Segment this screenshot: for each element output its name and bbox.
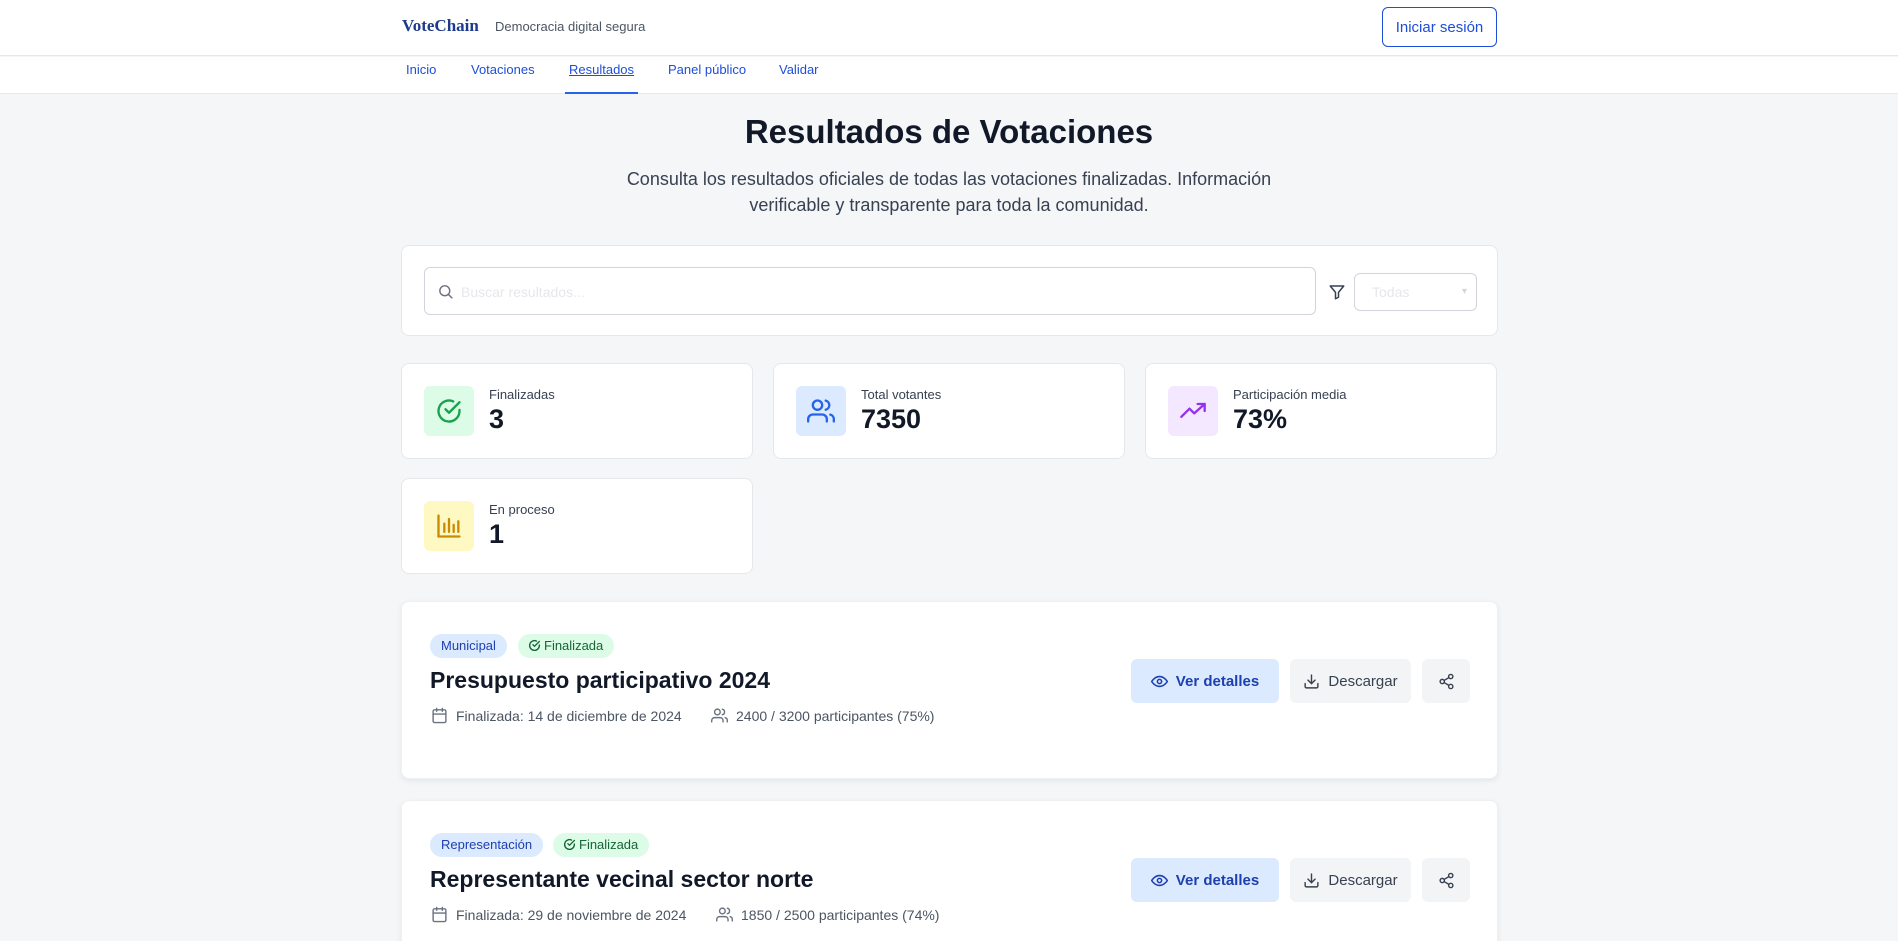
page-description: Consulta los resultados oficiales de tod… <box>626 169 1272 215</box>
chevron-down-icon: ▾ <box>1461 286 1467 297</box>
status-badge: Finalizada <box>518 634 615 658</box>
calendar-icon <box>432 707 447 724</box>
nav-item-panel-publico[interactable]: Panel público <box>668 57 746 94</box>
users-icon <box>711 708 728 723</box>
share-icon <box>1438 673 1454 689</box>
filter-icon <box>1329 285 1345 300</box>
stat-value: 1 <box>489 519 505 549</box>
eye-icon <box>1150 874 1168 886</box>
status-filter-select[interactable]: Todas ▾ <box>1354 273 1477 311</box>
participants-text: 2400 / 3200 participantes (75%) <box>736 708 935 724</box>
result-card: Representación Finalizada Representante … <box>401 800 1498 941</box>
nav-item-validar[interactable]: Validar <box>779 57 819 94</box>
brand-tagline: Democracia digital segura <box>495 19 646 34</box>
stat-card-en-proceso: En proceso 1 <box>401 478 753 574</box>
download-button[interactable]: Descargar <box>1290 659 1411 703</box>
check-circle-icon <box>529 639 541 652</box>
nav-item-votaciones[interactable]: Votaciones <box>471 57 535 94</box>
search-icon <box>439 285 453 299</box>
stat-value: 7350 <box>861 404 922 434</box>
check-circle-icon <box>424 386 474 436</box>
category-badge: Municipal <box>430 634 507 658</box>
finished-date-text: Finalizada: 14 de diciembre de 2024 <box>456 708 682 724</box>
users-icon <box>796 386 846 436</box>
search-input[interactable] <box>461 278 1301 306</box>
stat-card-total-votantes: Total votantes 7350 <box>773 363 1125 459</box>
calendar-icon <box>432 906 447 923</box>
nav-item-inicio[interactable]: Inicio <box>406 57 436 94</box>
search-panel: Todas ▾ <box>401 245 1498 336</box>
stat-label: Participación media <box>1233 387 1347 402</box>
share-icon <box>1438 872 1454 888</box>
view-details-button[interactable]: Ver detalles <box>1131 858 1279 902</box>
result-title: Presupuesto participativo 2024 <box>430 667 771 693</box>
trending-up-icon <box>1168 386 1218 436</box>
search-field[interactable] <box>424 267 1316 315</box>
result-title: Representante vecinal sector norte <box>430 866 814 892</box>
stat-value: 73% <box>1233 404 1288 434</box>
stat-value: 3 <box>489 404 505 434</box>
result-card: Municipal Finalizada Presupuesto partici… <box>401 601 1498 779</box>
bar-chart-icon <box>424 501 474 551</box>
download-icon <box>1304 673 1319 689</box>
status-badge-label: Finalizada <box>579 837 639 852</box>
stat-label: En proceso <box>489 502 555 517</box>
view-details-label: Ver detalles <box>1175 871 1260 889</box>
check-circle-icon <box>564 838 576 851</box>
eye-icon <box>1150 675 1168 687</box>
login-button[interactable]: Iniciar sesión <box>1382 7 1497 47</box>
download-icon <box>1304 872 1319 888</box>
share-button[interactable] <box>1422 858 1470 902</box>
finished-date-text: Finalizada: 29 de noviembre de 2024 <box>456 907 687 923</box>
download-label: Descargar <box>1328 871 1398 889</box>
participants-text: 1850 / 2500 participantes (74%) <box>741 907 940 923</box>
users-icon <box>716 907 733 922</box>
status-filter-value: Todas <box>1372 284 1410 300</box>
stat-card-finalizadas: Finalizadas 3 <box>401 363 753 459</box>
view-details-label: Ver detalles <box>1175 672 1260 690</box>
main-nav: Inicio Votaciones Resultados Panel públi… <box>0 57 1898 94</box>
download-label: Descargar <box>1328 672 1398 690</box>
share-button[interactable] <box>1422 659 1470 703</box>
stat-card-participacion: Participación media 73% <box>1145 363 1497 459</box>
status-badge: Finalizada <box>553 833 650 857</box>
top-bar: VoteChain Democracia digital segura Inic… <box>0 0 1898 56</box>
page-title: Resultados de Votaciones <box>744 113 1154 150</box>
nav-item-resultados[interactable]: Resultados <box>565 57 639 94</box>
stat-label: Finalizadas <box>489 387 555 402</box>
brand-logo[interactable]: VoteChain <box>402 16 479 36</box>
download-button[interactable]: Descargar <box>1290 858 1411 902</box>
status-badge-label: Finalizada <box>544 638 604 653</box>
stat-label: Total votantes <box>861 387 942 402</box>
view-details-button[interactable]: Ver detalles <box>1131 659 1279 703</box>
category-badge: Representación <box>430 833 544 857</box>
